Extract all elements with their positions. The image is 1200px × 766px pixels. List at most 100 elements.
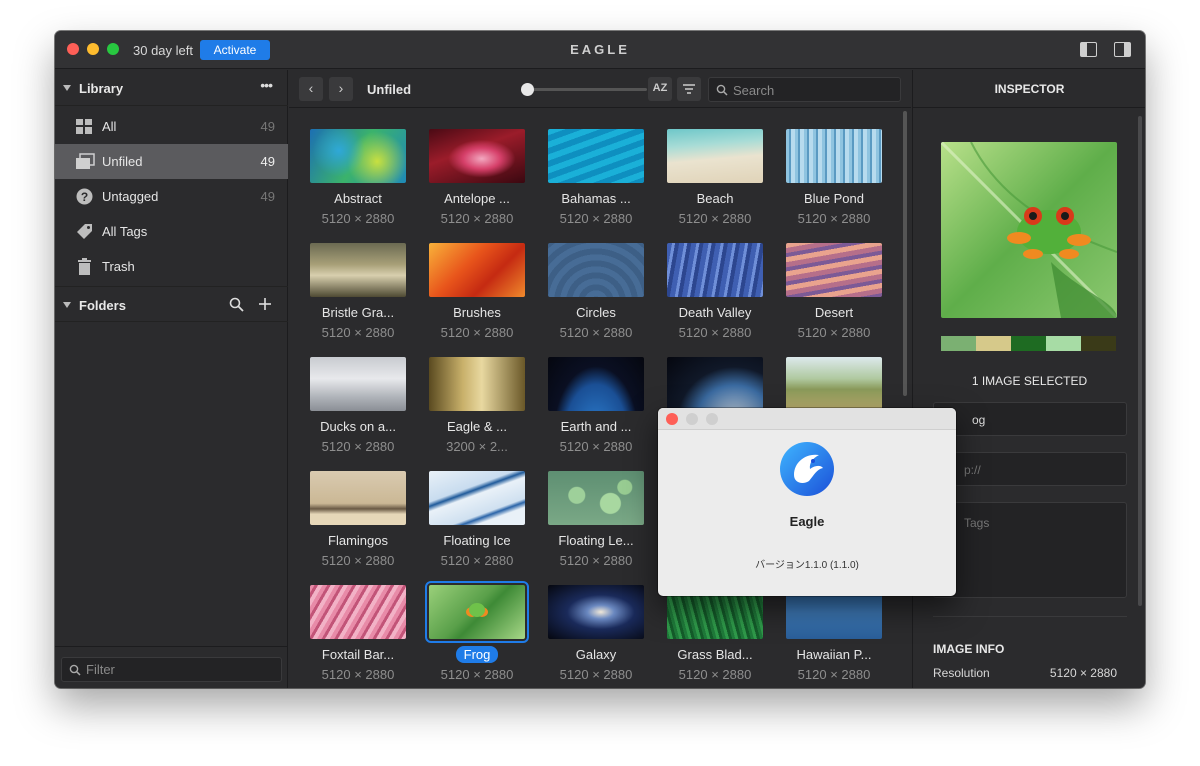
library-title: Library xyxy=(79,81,124,96)
grid-item[interactable]: Flamingos 5120 × 2880 xyxy=(301,471,413,571)
collapse-icon[interactable] xyxy=(63,85,71,91)
grid-item[interactable]: Beach 5120 × 2880 xyxy=(658,129,770,229)
filter-options-button[interactable] xyxy=(677,77,701,101)
color-swatch[interactable] xyxy=(1046,336,1081,351)
grid-item[interactable]: Earth and ... 5120 × 2880 xyxy=(539,357,651,457)
color-swatch[interactable] xyxy=(1011,336,1046,351)
grid-item[interactable]: Desert 5120 × 2880 xyxy=(777,243,889,343)
item-dimensions: 5120 × 2880 xyxy=(440,325,514,340)
item-count: 49 xyxy=(260,189,275,204)
filter-input[interactable] xyxy=(86,662,276,677)
thumbnail xyxy=(548,243,644,297)
search-folders-icon[interactable] xyxy=(229,297,244,312)
selection-count: 1 IMAGE SELECTED xyxy=(971,374,1088,388)
grid-item[interactable]: Brushes 5120 × 2880 xyxy=(420,243,532,343)
divider xyxy=(933,616,1127,617)
item-name: Desert xyxy=(814,305,854,320)
item-count: 49 xyxy=(260,119,275,134)
search-icon xyxy=(69,664,81,676)
tags-field[interactable]: Tags xyxy=(933,502,1127,598)
forward-button[interactable]: › xyxy=(329,77,353,101)
thumbnail-size-slider[interactable] xyxy=(525,88,647,91)
more-options-icon[interactable]: ••• xyxy=(260,77,273,93)
url-placeholder: p:// xyxy=(964,463,981,477)
item-dimensions: 5120 × 2880 xyxy=(559,439,633,454)
breadcrumb: Unfiled xyxy=(367,82,412,97)
item-dimensions: 5120 × 2880 xyxy=(678,325,752,340)
filter-field[interactable] xyxy=(61,657,282,682)
grid-scrollbar[interactable] xyxy=(903,111,907,396)
sidebar-item-untagged[interactable]: ? Untagged 49 xyxy=(55,179,288,214)
library-section-header[interactable]: Library ••• xyxy=(55,70,288,106)
item-dimensions: 5120 × 2880 xyxy=(678,211,752,226)
title-bar: 30 day left Activate EAGLE xyxy=(55,31,1145,69)
grid-item[interactable]: Bahamas ... 5120 × 2880 xyxy=(539,129,651,229)
app-title: EAGLE xyxy=(570,42,630,57)
search-input[interactable] xyxy=(733,83,893,98)
color-swatch[interactable] xyxy=(976,336,1011,351)
item-name: Floating Ice xyxy=(443,533,511,548)
grid-item[interactable]: Hawaiian P... 5120 × 2880 xyxy=(777,585,889,685)
grid-item[interactable]: Galaxy 5120 × 2880 xyxy=(539,585,651,685)
grid-item[interactable]: Antelope ... 5120 × 2880 xyxy=(420,129,532,229)
thumbnail xyxy=(548,129,644,183)
close-dialog-button[interactable] xyxy=(666,413,678,425)
about-app-name: Eagle xyxy=(789,514,825,529)
grid-item[interactable]: Floating Le... 5120 × 2880 xyxy=(539,471,651,571)
folders-section-header[interactable]: Folders xyxy=(55,286,288,322)
grid-item[interactable]: Abstract 5120 × 2880 xyxy=(301,129,413,229)
item-name: Galaxy xyxy=(575,647,617,662)
grid-item[interactable]: Blue Pond 5120 × 2880 xyxy=(777,129,889,229)
grid-item[interactable]: Ducks on a... 5120 × 2880 xyxy=(301,357,413,457)
resolution-label: Resolution xyxy=(933,666,990,680)
thumbnail xyxy=(786,357,882,411)
slider-handle[interactable] xyxy=(521,83,534,96)
grid-item[interactable]: Bristle Gra... 5120 × 2880 xyxy=(301,243,413,343)
grid-item[interactable]: Eagle & ... 3200 × 2... xyxy=(420,357,532,457)
sidebar-item-unfiled[interactable]: Unfiled 49 xyxy=(55,144,288,179)
about-version: バージョン1.1.0 (1.1.0) xyxy=(755,560,859,571)
thumbnail xyxy=(667,243,763,297)
item-dimensions: 5120 × 2880 xyxy=(678,667,752,682)
selected-label: Frog xyxy=(455,646,499,663)
preview-image xyxy=(941,142,1117,318)
item-dimensions: 5120 × 2880 xyxy=(321,439,395,454)
thumbnail xyxy=(548,585,644,639)
grid-item-selected[interactable]: Frog 5120 × 2880 xyxy=(420,581,532,685)
sidebar: Library ••• All 49 Unfiled 49 ? Untagged… xyxy=(55,70,288,688)
thumbnail xyxy=(667,129,763,183)
item-dimensions: 5120 × 2880 xyxy=(797,211,871,226)
item-name: Bristle Gra... xyxy=(321,305,395,320)
toggle-left-panel-icon[interactable] xyxy=(1080,42,1097,57)
trash-icon xyxy=(75,258,93,275)
thumbnail xyxy=(548,357,644,411)
sidebar-item-trash[interactable]: Trash xyxy=(55,249,288,284)
back-button[interactable]: ‹ xyxy=(299,77,323,101)
sidebar-item-all-tags[interactable]: All Tags xyxy=(55,214,288,249)
item-name: Eagle & ... xyxy=(447,419,507,434)
color-swatch[interactable] xyxy=(1081,336,1116,351)
toolbar: ‹ › Unfiled AZ xyxy=(289,70,911,108)
grid-item[interactable]: Grass Blad... 5120 × 2880 xyxy=(658,585,770,685)
thumbnail xyxy=(786,243,882,297)
item-name: Frog xyxy=(416,646,538,663)
url-field[interactable]: p:// xyxy=(933,452,1127,486)
thumbnail xyxy=(310,129,406,183)
collapse-icon[interactable] xyxy=(63,302,71,308)
search-field[interactable] xyxy=(708,77,901,102)
unfiled-icon xyxy=(75,153,95,170)
color-swatch[interactable] xyxy=(941,336,976,351)
add-folder-icon[interactable] xyxy=(258,297,272,311)
sidebar-item-all[interactable]: All 49 xyxy=(55,109,288,144)
name-field[interactable]: og xyxy=(933,402,1127,436)
item-name: Hawaiian P... xyxy=(796,647,872,662)
grid-item[interactable]: Death Valley 5120 × 2880 xyxy=(658,243,770,343)
inspector-scrollbar[interactable] xyxy=(1138,116,1142,606)
grid-item[interactable]: Floating Ice 5120 × 2880 xyxy=(420,471,532,571)
toggle-right-panel-icon[interactable] xyxy=(1114,42,1131,57)
thumbnail xyxy=(310,471,406,525)
item-dimensions: 5120 × 2880 xyxy=(440,667,514,682)
grid-item[interactable]: Circles 5120 × 2880 xyxy=(539,243,651,343)
grid-item[interactable]: Foxtail Bar... 5120 × 2880 xyxy=(301,585,413,685)
sort-button[interactable]: AZ xyxy=(648,77,672,101)
